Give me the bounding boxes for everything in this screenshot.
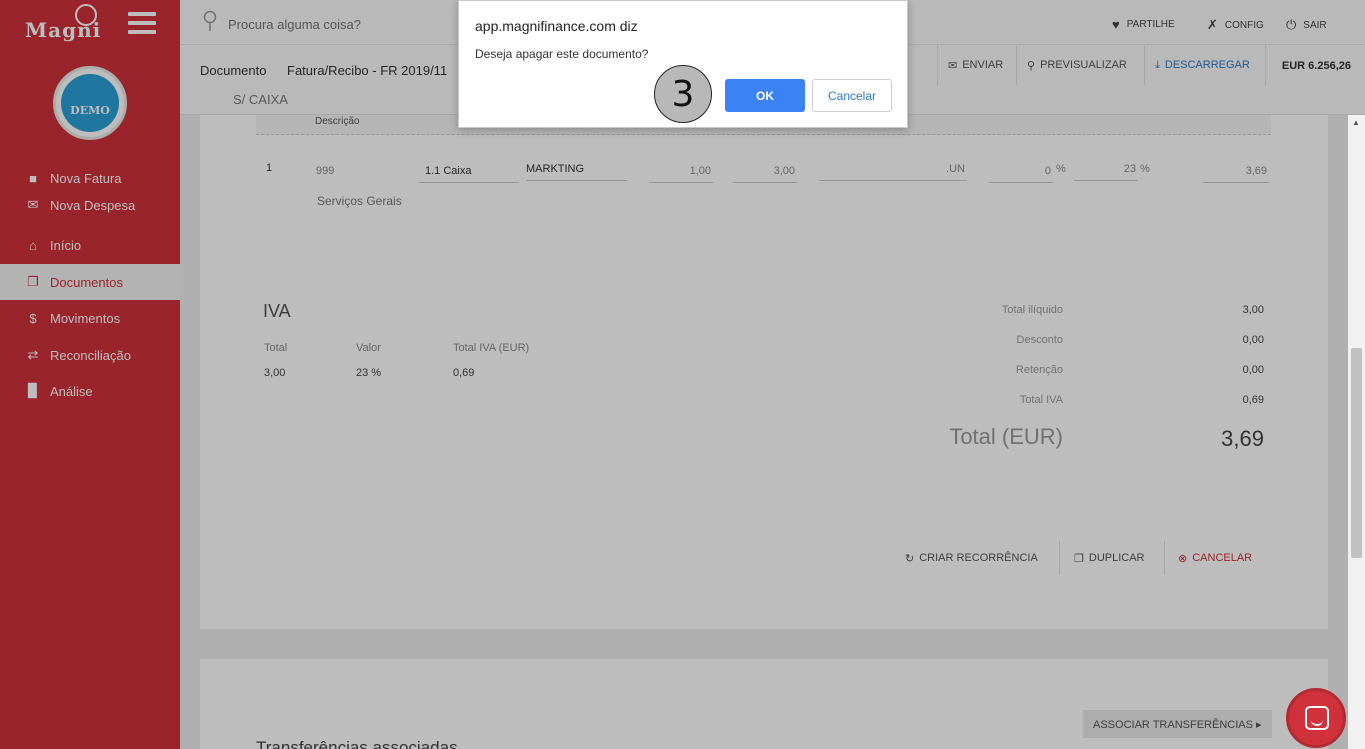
scrollbar[interactable]: ▲: [1348, 115, 1365, 749]
scroll-up-icon[interactable]: ▲: [1352, 118, 1360, 127]
step-number-badge: 3: [654, 65, 712, 123]
dialog-title: app.magnifinance.com diz: [475, 18, 638, 34]
scroll-thumb[interactable]: [1351, 348, 1362, 558]
ok-button[interactable]: OK: [725, 79, 805, 112]
chat-button[interactable]: [1286, 688, 1346, 748]
dialog-message: Deseja apagar este documento?: [475, 47, 649, 61]
chat-icon: [1305, 706, 1329, 730]
cancel-button[interactable]: Cancelar: [812, 79, 892, 112]
